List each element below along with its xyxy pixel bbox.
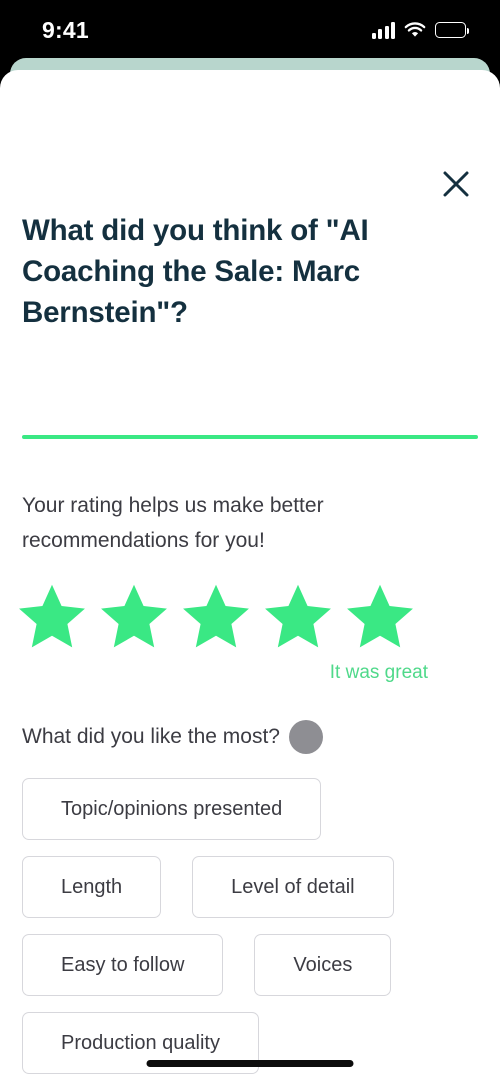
star-icon[interactable] — [182, 582, 250, 648]
feedback-chip-topic-opinions-presented[interactable]: Topic/opinions presented — [22, 778, 322, 840]
home-indicator[interactable] — [146, 1060, 354, 1067]
rating-label: It was great — [329, 662, 428, 683]
title-divider — [22, 435, 478, 439]
close-button[interactable] — [434, 162, 478, 206]
cellular-signal-icon — [371, 21, 395, 39]
star-rating-control[interactable] — [18, 582, 414, 648]
feedback-chip-voices[interactable]: Voices — [254, 934, 392, 996]
star-icon[interactable] — [264, 582, 332, 648]
star-icon[interactable] — [18, 582, 86, 648]
feedback-chip-level-of-detail[interactable]: Level of detail — [192, 856, 394, 918]
close-icon — [441, 169, 471, 199]
feedback-chip-easy-to-follow[interactable]: Easy to follow — [22, 934, 224, 996]
feedback-question-label: What did you like the most? — [22, 725, 280, 748]
star-icon[interactable] — [346, 582, 414, 648]
rating-sheet: What did you think of "AI Coaching the S… — [0, 70, 500, 1080]
star-icon[interactable] — [100, 582, 168, 648]
rating-helper-text: Your rating helps us make better recomme… — [22, 494, 324, 552]
wifi-icon — [404, 21, 426, 39]
feedback-question-row: What did you like the most? — [22, 720, 323, 754]
feedback-chip-length[interactable]: Length — [22, 856, 162, 918]
status-bar: 9:41 — [0, 0, 500, 58]
status-bar-time: 9:41 — [42, 17, 89, 43]
phone-screen: 9:41 What did you think of "AI Coaching … — [0, 0, 500, 1080]
feedback-chip-list: Topic/opinions presented Length Level of… — [22, 778, 478, 1074]
status-bar-icons — [371, 19, 470, 41]
loading-circle-icon — [288, 720, 323, 754]
page-title: What did you think of "AI Coaching the S… — [22, 214, 369, 329]
battery-icon — [435, 22, 470, 38]
